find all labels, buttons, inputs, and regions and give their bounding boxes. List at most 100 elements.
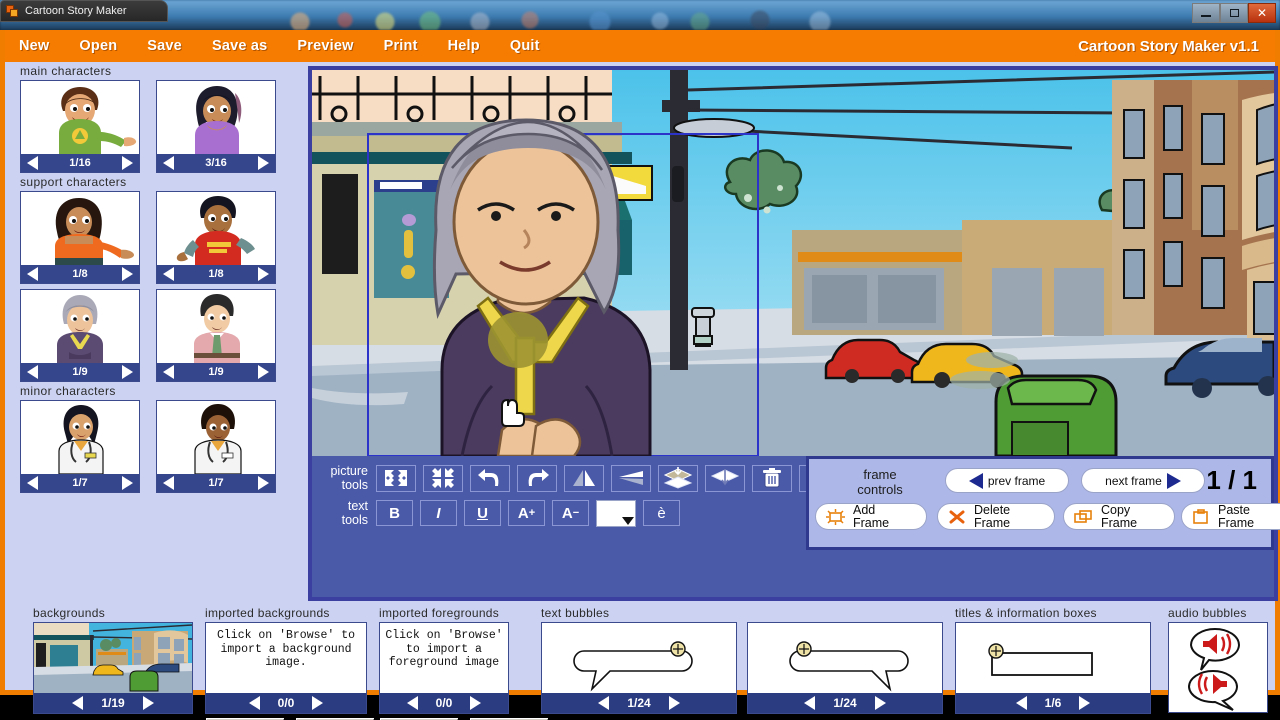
color-picker-button[interactable] <box>596 499 636 527</box>
delete-icon[interactable] <box>752 464 792 492</box>
menu-item-quit[interactable]: Quit <box>510 38 540 54</box>
next-arrow-icon[interactable] <box>257 476 269 490</box>
character-nav: 1/9 <box>21 363 139 381</box>
next-arrow-icon[interactable] <box>121 267 133 281</box>
menu-item-print[interactable]: Print <box>384 38 418 54</box>
next-arrow-icon[interactable] <box>121 156 133 170</box>
italic-button[interactable]: I <box>420 500 457 526</box>
support-characters-row-2: 1/9 1/9 <box>14 289 301 382</box>
prev-arrow-icon[interactable] <box>163 476 174 490</box>
audio-bubbles-card[interactable] <box>1168 622 1268 713</box>
add-frame-button[interactable]: Add Frame <box>815 503 927 530</box>
next-arrow-icon[interactable] <box>121 476 133 490</box>
shrink-icon[interactable] <box>423 464 463 492</box>
character-card-support-4[interactable]: 1/9 <box>156 289 276 382</box>
next-arrow-icon[interactable] <box>142 696 154 710</box>
menu-item-preview[interactable]: Preview <box>297 38 353 54</box>
next-arrow-icon[interactable] <box>1079 696 1091 710</box>
next-arrow-icon[interactable] <box>257 365 269 379</box>
next-arrow-icon[interactable] <box>121 365 133 379</box>
close-button[interactable]: ✕ <box>1248 3 1276 23</box>
character-card-minor-1[interactable]: 1/7 <box>20 400 140 493</box>
text-bubble-card-left[interactable]: 1/24 <box>541 622 737 714</box>
character-card-main-2[interactable]: 3/16 <box>156 80 276 173</box>
minimize-button[interactable] <box>1192 3 1220 23</box>
prev-arrow-icon[interactable] <box>27 476 38 490</box>
menu-item-save[interactable]: Save <box>147 38 182 54</box>
character-card-main-1[interactable]: 1/16 <box>20 80 140 173</box>
underline-button[interactable]: U <box>464 500 501 526</box>
text-bubble-card-right[interactable]: 1/24 <box>747 622 943 714</box>
app-icon <box>6 4 19 18</box>
prev-arrow-icon[interactable] <box>27 156 38 170</box>
prev-arrow-icon[interactable] <box>804 696 816 710</box>
titles-info-card[interactable]: 1/6 <box>955 622 1151 714</box>
window-taskbar-tab[interactable]: Cartoon Story Maker <box>0 0 168 22</box>
minor-characters-row: 1/7 1/7 <box>14 400 301 493</box>
menu-item-new[interactable]: New <box>19 38 49 54</box>
title-box-preview <box>956 623 1150 693</box>
prev-arrow-icon[interactable] <box>163 365 174 379</box>
menu-item-save-as[interactable]: Save as <box>212 38 267 54</box>
imported-foregrounds-hint-box: Click on 'Browse' to import a foreground… <box>380 623 508 693</box>
character-counter: 1/7 <box>72 477 88 489</box>
character-thumbnail <box>157 192 275 265</box>
screen: Cartoon Story Maker ✕ New Open Save Save… <box>0 0 1280 720</box>
menu-item-open[interactable]: Open <box>79 38 117 54</box>
character-nav: 1/9 <box>157 363 275 381</box>
paste-frame-label: Paste Frame <box>1218 502 1255 530</box>
send-backward-icon[interactable] <box>658 464 698 492</box>
frame-controls-label: frame controls <box>857 467 903 497</box>
character-card-support-2[interactable]: 1/8 <box>156 191 276 284</box>
character-card-support-1[interactable]: 1/8 <box>20 191 140 284</box>
next-arrow-icon[interactable] <box>257 156 269 170</box>
prev-arrow-icon[interactable] <box>406 696 418 710</box>
prev-arrow-icon[interactable] <box>27 365 38 379</box>
prev-arrow-icon[interactable] <box>72 696 84 710</box>
accent-character-button[interactable]: è <box>643 500 680 526</box>
flip-horizontal-icon[interactable] <box>564 464 604 492</box>
backgrounds-card[interactable]: 1/19 <box>33 622 193 714</box>
copy-frame-button[interactable]: Copy Frame <box>1063 503 1175 530</box>
imported-backgrounds-counter: 0/0 <box>277 696 295 710</box>
undo-icon[interactable] <box>470 464 510 492</box>
flip-vertical-icon[interactable] <box>611 464 651 492</box>
imported-foregrounds-card[interactable]: Click on 'Browse' to import a foreground… <box>379 622 509 714</box>
prev-arrow-icon[interactable] <box>27 267 38 281</box>
imported-foregrounds-section: imported foregrounds Click on 'Browse' t… <box>379 606 549 720</box>
prev-arrow-icon[interactable] <box>248 696 260 710</box>
story-canvas[interactable] <box>312 70 1274 456</box>
prev-arrow-icon[interactable] <box>163 156 174 170</box>
character-nav: 1/7 <box>157 474 275 492</box>
character-thumbnail <box>21 290 139 363</box>
character-card-support-3[interactable]: 1/9 <box>20 289 140 382</box>
enlarge-icon[interactable] <box>376 464 416 492</box>
next-arrow-icon[interactable] <box>668 696 680 710</box>
next-arrow-icon[interactable] <box>470 696 482 710</box>
decrease-font-button[interactable]: A − <box>552 500 589 526</box>
imported-backgrounds-hint-box: Click on 'Browse' to import a background… <box>206 623 366 693</box>
next-arrow-icon[interactable] <box>257 267 269 281</box>
character-counter: 1/7 <box>208 477 224 489</box>
text-bubbles-section: text bubbles 1/24 1/24 <box>541 606 943 714</box>
redo-icon[interactable] <box>517 464 557 492</box>
audio-bubbles-section: audio bubbles <box>1168 606 1268 713</box>
prev-arrow-icon[interactable] <box>163 267 174 281</box>
support-characters-row-1: 1/8 1/8 <box>14 191 301 284</box>
bold-button[interactable]: B <box>376 500 413 526</box>
bring-forward-icon[interactable] <box>705 464 745 492</box>
prev-arrow-icon[interactable] <box>598 696 610 710</box>
paste-frame-button[interactable]: Paste Frame <box>1181 503 1280 530</box>
character-card-minor-2[interactable]: 1/7 <box>156 400 276 493</box>
text-bubbles-label: text bubbles <box>541 606 610 620</box>
imported-backgrounds-card[interactable]: Click on 'Browse' to import a background… <box>205 622 367 714</box>
delete-frame-button[interactable]: Delete Frame <box>937 503 1055 530</box>
increase-font-button[interactable]: A + <box>508 500 545 526</box>
next-frame-button[interactable]: next frame <box>1081 468 1205 493</box>
maximize-button[interactable] <box>1220 3 1248 23</box>
next-arrow-icon[interactable] <box>874 696 886 710</box>
prev-frame-button[interactable]: prev frame <box>945 468 1069 493</box>
menu-item-help[interactable]: Help <box>448 38 480 54</box>
next-arrow-icon[interactable] <box>312 696 324 710</box>
prev-arrow-icon[interactable] <box>1015 696 1027 710</box>
